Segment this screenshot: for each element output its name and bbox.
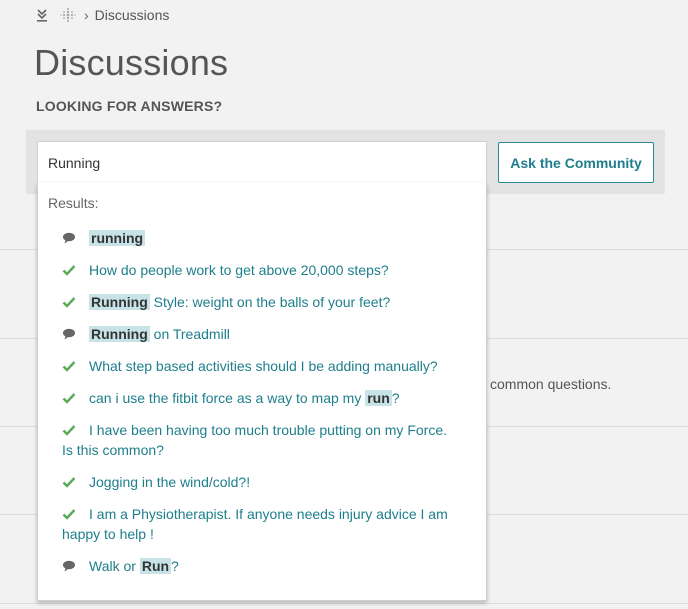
ask-the-community-button[interactable]: Ask the Community xyxy=(498,142,654,183)
result-text-segment: ? xyxy=(171,558,179,574)
checkmark-icon xyxy=(62,265,76,276)
speech-bubble-icon xyxy=(63,328,75,340)
checkmark-icon xyxy=(62,297,76,308)
search-result-item[interactable]: Jogging in the wind/cold?! xyxy=(38,472,488,492)
result-text-segment: on Treadmill xyxy=(149,326,230,342)
search-result-item[interactable]: I have been having too much trouble putt… xyxy=(38,420,488,460)
speech-bubble-icon xyxy=(63,232,75,244)
result-match-highlight: Running xyxy=(89,294,150,310)
result-text-segment: Walk or xyxy=(89,558,140,574)
result-text-segment: can i use the fitbit force as a way to m… xyxy=(89,390,366,406)
result-text-continuation: Is this common? xyxy=(62,442,164,458)
checkmark-icon xyxy=(62,477,76,488)
search-result-item[interactable]: running xyxy=(38,228,488,248)
background-text: common questions. xyxy=(490,376,612,392)
page-title: Discussions xyxy=(34,42,229,83)
result-match-highlight: run xyxy=(365,390,392,406)
results-label: Results: xyxy=(48,195,99,211)
search-result-text: I have been having too much trouble putt… xyxy=(38,420,488,440)
page-subtitle: LOOKING FOR ANSWERS? xyxy=(36,98,223,114)
result-text-segment: I am a Physiotherapist. If anyone needs … xyxy=(89,506,448,522)
result-text-continuation: happy to help ! xyxy=(62,526,154,542)
search-result-text: Jogging in the wind/cold?! xyxy=(38,472,488,492)
search-result-text: Running Style: weight on the balls of yo… xyxy=(38,292,488,312)
checkmark-icon xyxy=(62,425,76,436)
search-result-text: What step based activities should I be a… xyxy=(38,356,488,376)
result-match-highlight: running xyxy=(89,230,146,246)
result-text-segment: Jogging in the wind/cold?! xyxy=(89,474,251,490)
search-result-item[interactable]: can i use the fitbit force as a way to m… xyxy=(38,388,488,408)
search-result-text: can i use the fitbit force as a way to m… xyxy=(38,388,488,408)
search-result-item[interactable]: Walk or Run? xyxy=(38,556,488,576)
search-result-text: I am a Physiotherapist. If anyone needs … xyxy=(38,504,488,524)
search-result-item[interactable]: I am a Physiotherapist. If anyone needs … xyxy=(38,504,488,544)
speech-bubble-icon xyxy=(63,560,75,572)
result-text-segment: I have been having too much trouble putt… xyxy=(89,422,447,438)
checkmark-icon xyxy=(62,393,76,404)
search-result-item[interactable]: Running on Treadmill xyxy=(38,324,488,344)
breadcrumb-current: Discussions xyxy=(94,7,170,23)
fitbit-logo-icon[interactable] xyxy=(60,7,76,23)
search-result-text: How do people work to get above 20,000 s… xyxy=(38,260,488,280)
checkmark-icon xyxy=(62,509,76,520)
search-result-text: running xyxy=(38,228,488,248)
result-match-highlight: Running xyxy=(89,326,150,342)
search-input[interactable] xyxy=(37,141,487,183)
breadcrumb: › Discussions xyxy=(36,6,169,24)
search-result-item[interactable]: Running Style: weight on the balls of yo… xyxy=(38,292,488,312)
result-text-segment: What step based activities should I be a… xyxy=(89,358,438,374)
search-results-dropdown: Results: running How do people work to ge… xyxy=(37,183,487,601)
search-result-text: Walk or Run? xyxy=(38,556,488,576)
divider xyxy=(0,603,688,604)
search-result-text: Running on Treadmill xyxy=(38,324,488,344)
search-result-item[interactable]: How do people work to get above 20,000 s… xyxy=(38,260,488,280)
result-text-segment: How do people work to get above 20,000 s… xyxy=(89,262,389,278)
chevron-right-icon: › xyxy=(84,7,89,23)
checkmark-icon xyxy=(62,361,76,372)
home-icon[interactable] xyxy=(36,8,48,22)
search-result-item[interactable]: What step based activities should I be a… xyxy=(38,356,488,376)
result-text-segment: ? xyxy=(391,390,400,406)
result-text-segment: Style: weight on the balls of your feet? xyxy=(149,294,391,310)
result-match-highlight: Run xyxy=(139,558,172,574)
